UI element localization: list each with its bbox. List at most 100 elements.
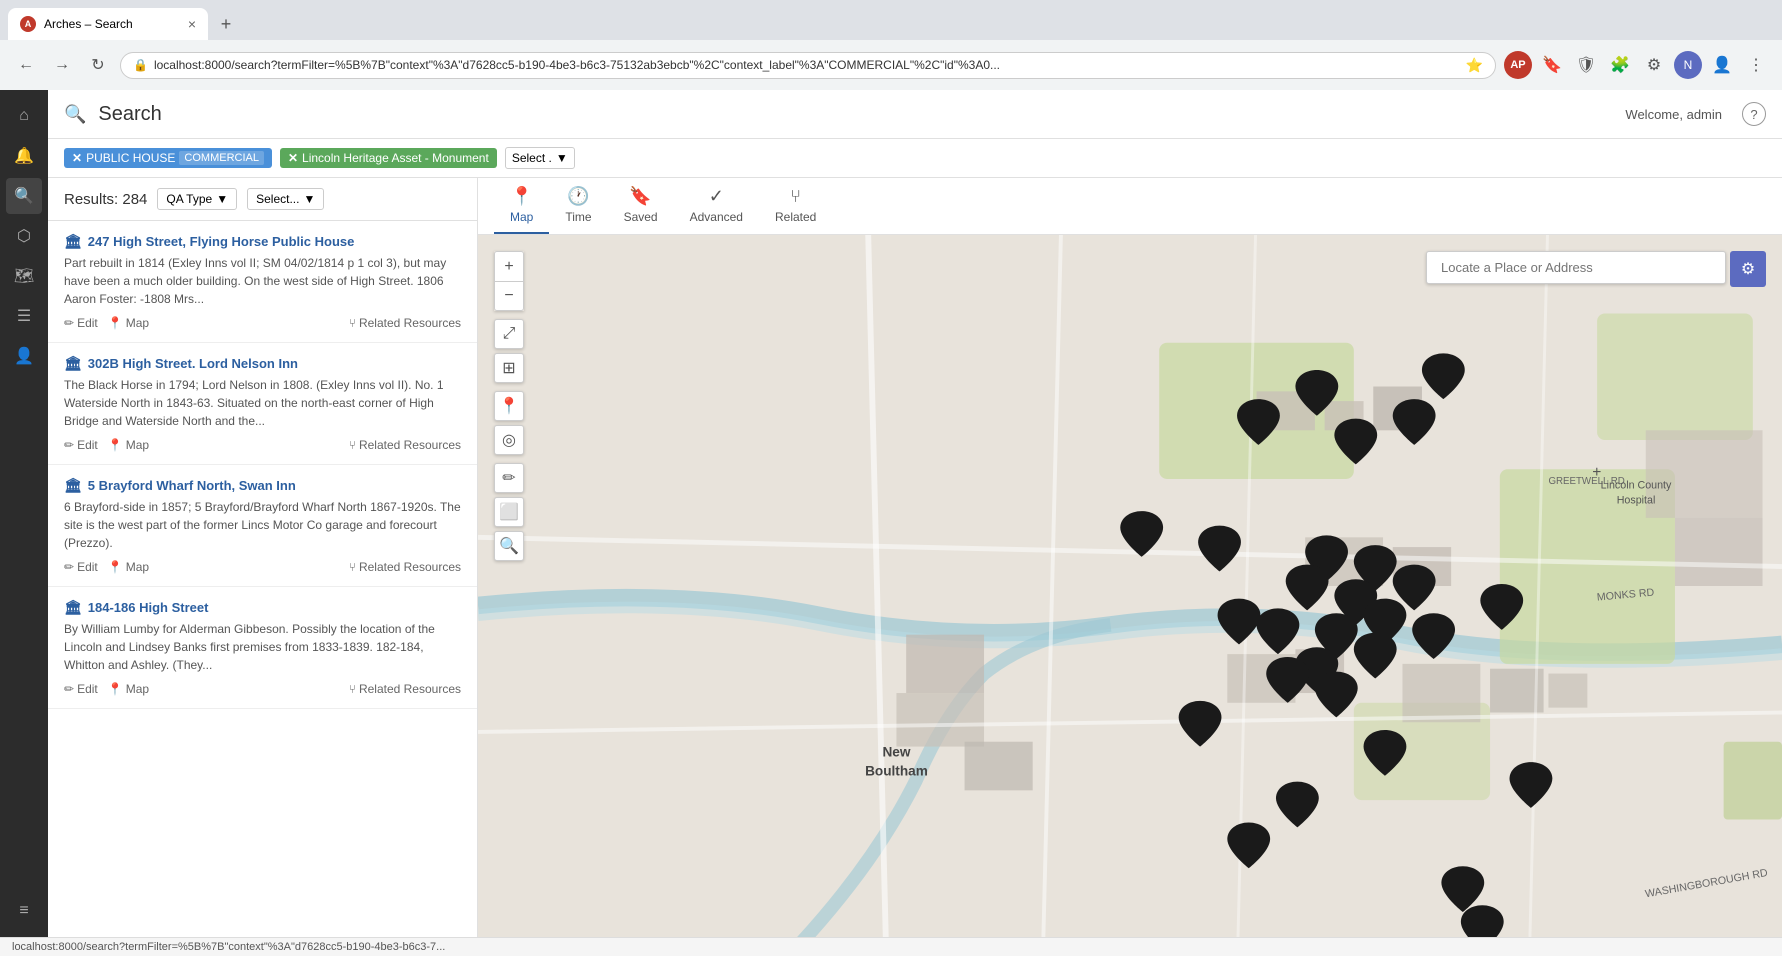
reset-view-button[interactable]: ⤢ [494,319,524,349]
edit-icon-0: ✏ [64,316,74,330]
edit-icon-1: ✏ [64,438,74,452]
edit-link-3[interactable]: ✏ Edit [64,682,98,696]
result-title-text[interactable]: 184-186 High Street [88,600,209,615]
sidebar-item-search[interactable]: 🔍 [6,178,42,214]
tab-saved[interactable]: 🔖 Saved [608,178,674,234]
bookmark-icon[interactable]: 🔖 [1538,51,1566,79]
zoom-out-button[interactable]: − [494,281,524,311]
browser-nav-icons: AP 🔖 🛡 🧩 ⚙ N 👤 ⋮ [1504,51,1770,79]
map-pin-icon-2: 📍 [108,560,123,574]
app: ⌂ 🔔 🔍 ⬡ 🗺 ☰ 👤 ≡ 🔍 Search Welcome, admin … [0,90,1782,937]
result-heritage-icon: 🏛 [64,599,82,616]
result-desc: The Black Horse in 1794; Lord Nelson in … [64,376,461,430]
more-button[interactable]: ⋮ [1742,51,1770,79]
tab-related[interactable]: ⑂ Related [759,178,832,234]
map-pin-icon-0: 📍 [108,316,123,330]
tab-close-button[interactable]: × [188,16,196,32]
map-search-box [1426,251,1726,284]
related-link-1[interactable]: ⑂ Related Resources [349,438,461,452]
filter-monument-close[interactable]: ✕ [288,151,298,165]
map-link-3[interactable]: 📍 Map [108,682,149,696]
avatar-icon[interactable]: 👤 [1708,51,1736,79]
select-label: Select... [256,192,299,206]
related-icon-1: ⑂ [349,438,356,452]
select-button[interactable]: Select... ▼ [247,188,324,210]
layer-toggle-button[interactable]: ⊞ [494,353,524,383]
filter-commercial[interactable]: ✕ PUBLIC HOUSE COMMERCIAL [64,148,272,168]
map-controls: + − ⤢ ⊞ 📍 ◎ ✏ ⬜ 🔍 [494,251,524,561]
map-settings-button[interactable]: ⚙ [1730,251,1766,287]
result-heritage-icon: 🏛 [64,477,82,494]
edit-link-0[interactable]: ✏ Edit [64,316,98,330]
edit-link-1[interactable]: ✏ Edit [64,438,98,452]
tab-map[interactable]: 📍 Map [494,178,549,234]
plugin-icon[interactable]: 🧩 [1606,51,1634,79]
result-title-text[interactable]: 5 Brayford Wharf North, Swan Inn [88,478,296,493]
zoom-in-button[interactable]: + [494,251,524,281]
related-link-3[interactable]: ⑂ Related Resources [349,682,461,696]
related-link-0[interactable]: ⑂ Related Resources [349,316,461,330]
result-actions: ✏ Edit 📍 Map ⑂ Related Resources [64,438,461,452]
filter-dropdown[interactable]: Select . ▼ [505,147,575,169]
related-icon-0: ⑂ [349,316,356,330]
extensions-icon[interactable]: AP [1504,51,1532,79]
active-tab[interactable]: A Arches – Search × [8,8,208,40]
locate-place-input[interactable] [1426,251,1726,284]
map-area: 📍 Map 🕐 Time 🔖 Saved ✓ Advanced [478,178,1782,937]
settings-gear-icon: ⚙ [1741,259,1755,279]
result-desc: 6 Brayford-side in 1857; 5 Brayford/Bray… [64,498,461,552]
tab-title: Arches – Search [44,17,180,31]
profile-icon[interactable]: N [1674,51,1702,79]
draw-button[interactable]: ✏ [494,463,524,493]
map-link-1[interactable]: 📍 Map [108,438,149,452]
search-header: 🔍 Search Welcome, admin ? [48,90,1782,139]
sidebar-item-person[interactable]: 👤 [6,338,42,374]
shield-icon[interactable]: 🛡 [1572,51,1600,79]
map-link-0[interactable]: 📍 Map [108,316,149,330]
sidebar-item-graph[interactable]: ⬡ [6,218,42,254]
page-title: Search [98,103,161,126]
tab-advanced[interactable]: ✓ Advanced [674,178,759,234]
qa-type-button[interactable]: QA Type ▼ [157,188,237,210]
tab-time-label: Time [565,210,591,224]
filter-commercial-label: PUBLIC HOUSE [86,151,175,165]
qa-type-chevron: ▼ [216,192,228,206]
sidebar-item-map[interactable]: 🗺 [6,258,42,294]
sidebar-item-notifications[interactable]: 🔔 [6,138,42,174]
tab-time[interactable]: 🕐 Time [549,178,607,234]
map-container[interactable]: New Boultham MONKS RD WASHINGBOROUGH RD … [478,235,1782,937]
settings-icon[interactable]: ⚙ [1640,51,1668,79]
sidebar-item-menu[interactable]: ≡ [6,893,42,929]
qa-type-label: QA Type [166,192,212,206]
tab-bar: A Arches – Search × + [0,0,1782,40]
welcome-message: Welcome, admin [1625,107,1722,122]
map-link-2[interactable]: 📍 Map [108,560,149,574]
status-url: localhost:8000/search?termFilter=%5B%7B"… [12,941,445,953]
result-item: 🏛 302B High Street. Lord Nelson Inn The … [48,343,477,465]
tab-favicon: A [20,16,36,32]
edit-link-2[interactable]: ✏ Edit [64,560,98,574]
results-list: 🏛 247 High Street, Flying Horse Public H… [48,221,477,937]
sidebar-item-list[interactable]: ☰ [6,298,42,334]
zoom-search-button[interactable]: 🔍 [494,531,524,561]
filter-monument-label: Lincoln Heritage Asset - Monument [302,151,489,165]
new-tab-button[interactable]: + [212,10,240,38]
select-area-button[interactable]: ⬜ [494,497,524,527]
map-tab-map-icon: 📍 [510,186,532,207]
filter-monument[interactable]: ✕ Lincoln Heritage Asset - Monument [280,148,497,168]
select-chevron: ▼ [303,192,315,206]
sidebar-item-home[interactable]: ⌂ [6,98,42,134]
forward-button[interactable]: → [48,51,76,79]
reload-button[interactable]: ↻ [84,51,112,79]
address-bar[interactable]: 🔒 localhost:8000/search?termFilter=%5B%7… [120,52,1496,79]
result-title-text[interactable]: 247 High Street, Flying Horse Public Hou… [88,234,355,249]
filter-commercial-close[interactable]: ✕ [72,151,82,165]
related-icon-3: ⑂ [349,682,356,696]
gps-button[interactable]: ◎ [494,425,524,455]
pin-location-button[interactable]: 📍 [494,391,524,421]
result-title-text[interactable]: 302B High Street. Lord Nelson Inn [88,356,298,371]
related-link-2[interactable]: ⑂ Related Resources [349,560,461,574]
filter-dropdown-label: Select . [512,151,552,165]
help-button[interactable]: ? [1742,102,1766,126]
back-button[interactable]: ← [12,51,40,79]
